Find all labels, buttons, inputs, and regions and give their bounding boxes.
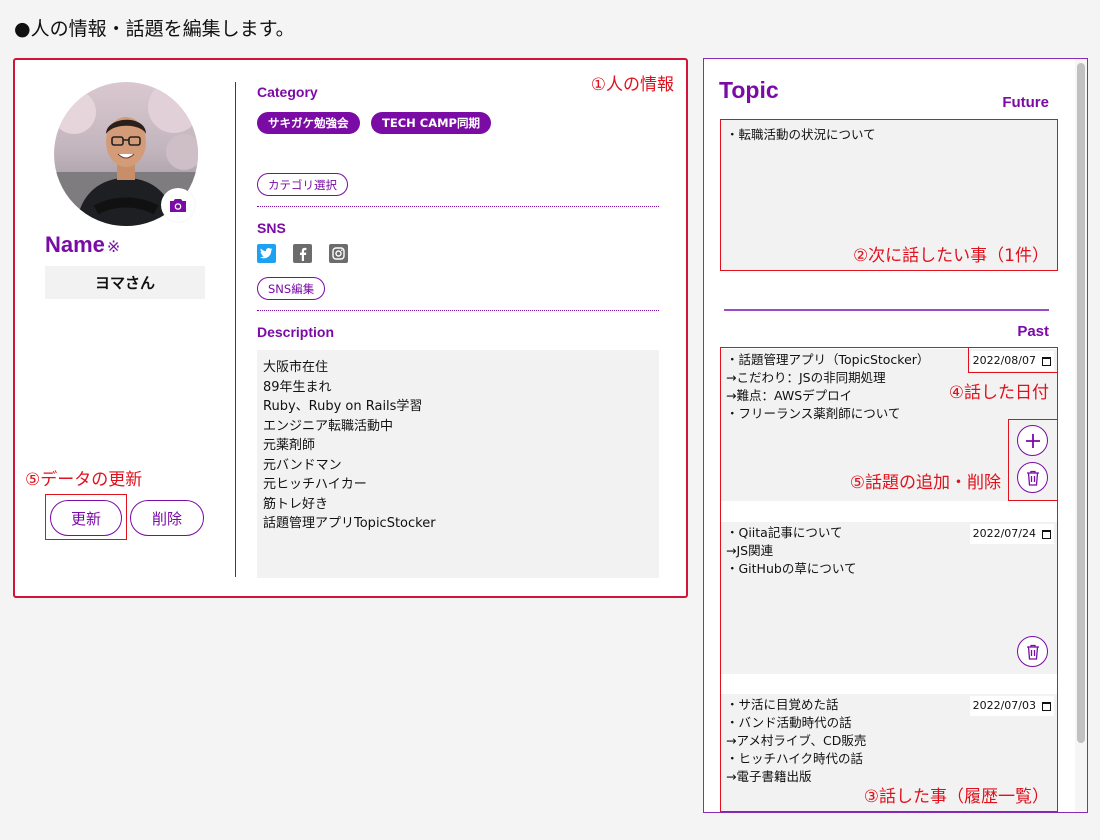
facebook-icon[interactable] <box>293 244 312 263</box>
description-line: 89年生まれ <box>263 379 332 395</box>
description-line: 筋トレ好き <box>263 496 329 512</box>
page-heading: ●人の情報・話題を編集します。 <box>14 18 295 40</box>
sns-edit-button[interactable]: SNS編集 <box>257 277 326 300</box>
topic-title: Topic <box>719 77 779 103</box>
camera-icon[interactable] <box>161 188 195 222</box>
person-info-panel: ①人の情報 Name ※ ヨマさん ⑤データの更新 更新 削除 Category… <box>13 58 688 598</box>
divider <box>257 206 659 207</box>
description-textarea[interactable]: 大阪市在住 89年生まれ Ruby、Ruby on Rails学習 エンジニア転… <box>257 350 659 578</box>
description-line: 大阪市在住 <box>263 360 329 375</box>
column-divider <box>235 82 236 577</box>
delete-person-button[interactable]: 削除 <box>130 500 204 536</box>
category-select-button[interactable]: カテゴリ選択 <box>257 173 348 196</box>
divider <box>257 310 659 311</box>
description-line: エンジニア転職活動中 <box>263 418 394 434</box>
description-line: 話題管理アプリTopicStocker <box>263 516 436 531</box>
category-chip[interactable]: TECH CAMP同期 <box>371 112 491 134</box>
future-annotation: ②次に話したい事（1件） <box>852 246 1049 266</box>
past-label: Past <box>1017 323 1049 340</box>
sns-title: SNS <box>257 220 286 236</box>
instagram-icon[interactable] <box>329 244 348 263</box>
profile-column: Name ※ ヨマさん ⑤データの更新 更新 削除 <box>15 60 237 596</box>
topic-panel: Topic Future ・転職活動の状況について ②次に話したい事（1件） P… <box>703 58 1088 813</box>
category-chip[interactable]: サキガケ勉強会 <box>257 112 360 134</box>
category-title: Category <box>257 84 318 100</box>
name-label-text: Name <box>45 232 105 257</box>
required-mark: ※ <box>106 239 121 256</box>
name-label: Name ※ <box>45 232 120 258</box>
description-line: 元バンドマン <box>263 457 342 473</box>
future-label: Future <box>1002 94 1049 111</box>
description-line: Ruby、Ruby on Rails学習 <box>263 399 423 414</box>
person-info-annotation: ①人の情報 <box>590 75 674 95</box>
update-annotation: ⑤データの更新 <box>25 470 143 490</box>
description-line: 元薬剤師 <box>263 438 316 453</box>
name-field[interactable]: ヨマさん <box>45 266 205 299</box>
twitter-icon[interactable] <box>257 244 276 263</box>
section-separator <box>724 309 1049 311</box>
update-button[interactable]: 更新 <box>50 500 122 536</box>
description-line: 元ヒッチハイカー <box>263 477 367 492</box>
history-annotation: ③話した事（履歴一覧） <box>863 787 1049 807</box>
history-annotation-box <box>720 347 1058 812</box>
description-title: Description <box>257 324 335 340</box>
scrollbar-thumb[interactable] <box>1077 63 1085 743</box>
